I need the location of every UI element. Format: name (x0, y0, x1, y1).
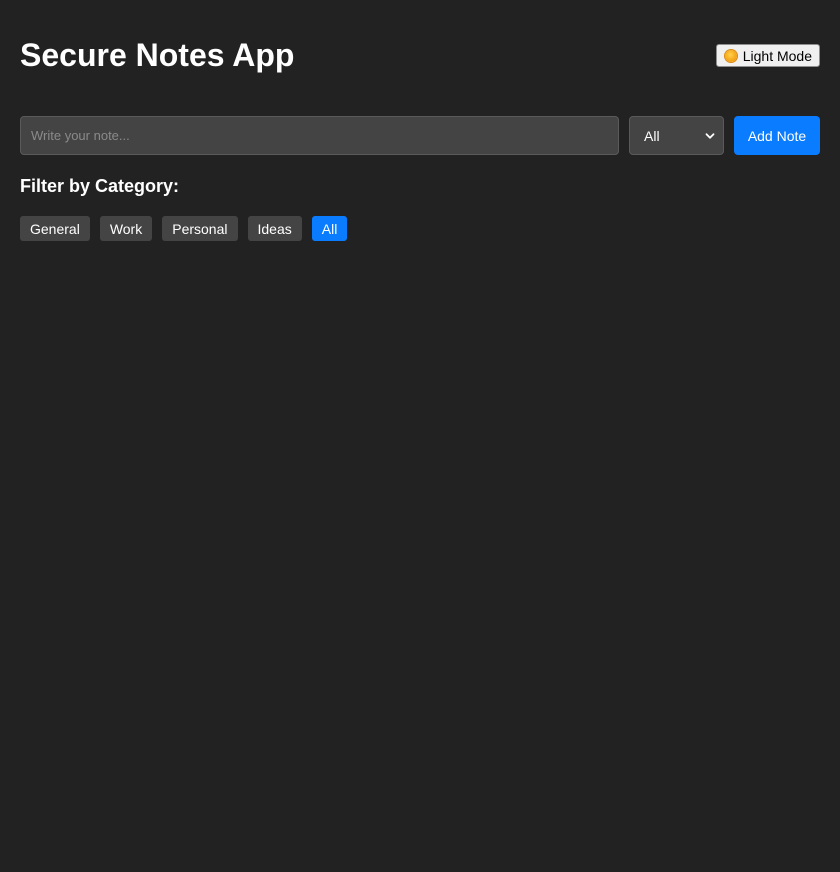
chevron-down-icon (705, 132, 715, 139)
filter-chip-all[interactable]: All (311, 216, 348, 241)
app-header: Secure Notes App Light Mode (20, 34, 820, 78)
filter-chip-personal[interactable]: Personal (162, 216, 238, 241)
light-mode-label: Light Mode (742, 47, 812, 64)
filter-chip-ideas[interactable]: Ideas (247, 216, 302, 241)
filter-chip-general[interactable]: General (20, 216, 90, 241)
page-title: Secure Notes App (20, 37, 295, 73)
filter-chip-work[interactable]: Work (99, 216, 153, 241)
sun-icon (724, 49, 737, 62)
category-select-value: All (644, 127, 660, 144)
note-composer: All Add Note (20, 116, 820, 155)
note-input[interactable] (20, 116, 619, 155)
add-note-button[interactable]: Add Note (734, 116, 820, 155)
light-mode-toggle-button[interactable]: Light Mode (715, 44, 820, 67)
category-select[interactable]: All (629, 116, 724, 155)
filter-heading: Filter by Category: (20, 176, 180, 196)
category-filter-chips: General Work Personal Ideas All (20, 216, 348, 241)
